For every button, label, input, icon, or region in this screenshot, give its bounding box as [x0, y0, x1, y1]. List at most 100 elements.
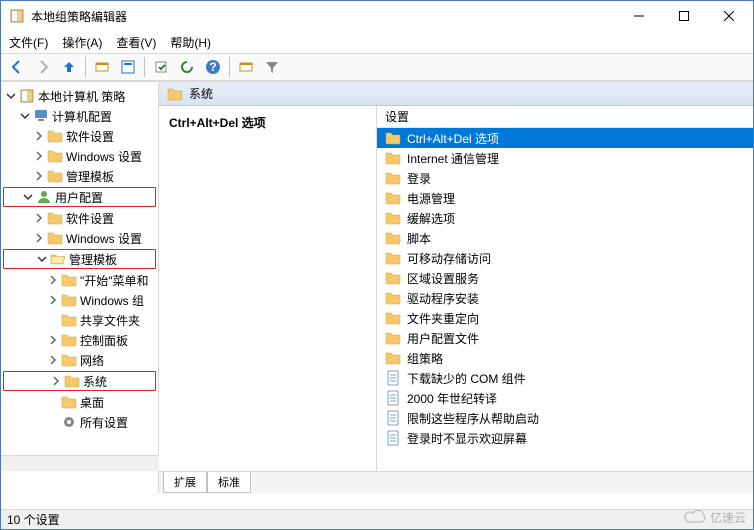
watermark-text: 亿速云	[710, 509, 746, 526]
list-item[interactable]: 文件夹重定向	[377, 308, 753, 328]
expander-icon[interactable]	[33, 232, 45, 244]
tree-item[interactable]: Windows 设置	[1, 146, 158, 166]
tree-label: Windows 组	[80, 292, 144, 309]
list-item[interactable]: 电源管理	[377, 188, 753, 208]
expander-icon[interactable]	[19, 110, 31, 122]
expander-icon[interactable]	[36, 253, 48, 265]
list-pane: 设置 Ctrl+Alt+Del 选项Internet 通信管理登录电源管理缓解选…	[377, 106, 753, 471]
expander-icon[interactable]	[47, 274, 59, 286]
expander-icon[interactable]	[33, 150, 45, 162]
tree-label: 网络	[80, 352, 104, 369]
expander-icon[interactable]	[47, 354, 59, 366]
expander-icon[interactable]	[33, 212, 45, 224]
back-button[interactable]	[5, 55, 29, 79]
expander-spacer	[47, 314, 59, 326]
toolbar	[1, 53, 753, 81]
expander-spacer	[47, 416, 59, 428]
toolbar-separator	[85, 57, 86, 77]
tree-item[interactable]: 共享文件夹	[1, 310, 158, 330]
close-button[interactable]	[706, 2, 751, 30]
tree-item[interactable]: 所有设置	[1, 412, 158, 432]
show-hide-tree-button[interactable]	[90, 55, 114, 79]
toolbar-separator	[229, 57, 230, 77]
list-item[interactable]: Ctrl+Alt+Del 选项	[377, 128, 753, 148]
tab-extended[interactable]: 扩展	[163, 472, 207, 493]
list-item-label: 文件夹重定向	[407, 310, 479, 327]
tree-label: 本地计算机 策略	[38, 88, 125, 105]
filter-button[interactable]	[260, 55, 284, 79]
column-header-setting[interactable]: 设置	[377, 106, 753, 128]
menu-help[interactable]: 帮助(H)	[170, 34, 211, 51]
menu-view[interactable]: 查看(V)	[116, 34, 156, 51]
list-item-label: 脚本	[407, 230, 431, 247]
tree-item[interactable]: 软件设置	[1, 208, 158, 228]
tree-item[interactable]: Windows 设置	[1, 228, 158, 248]
tree-label: 管理模板	[66, 168, 114, 185]
list-item-label: 电源管理	[407, 190, 455, 207]
list-item[interactable]: 区域设置服务	[377, 268, 753, 288]
up-button[interactable]	[57, 55, 81, 79]
folder-icon	[61, 394, 77, 410]
list-item[interactable]: 下载缺少的 COM 组件	[377, 368, 753, 388]
list-item[interactable]: 组策略	[377, 348, 753, 368]
list-item[interactable]: 用户配置文件	[377, 328, 753, 348]
minimize-button[interactable]	[616, 2, 661, 30]
tree-item[interactable]: 软件设置	[1, 126, 158, 146]
list-item[interactable]: 脚本	[377, 228, 753, 248]
tree-item[interactable]: 控制面板	[1, 330, 158, 350]
column-header-label: 设置	[385, 108, 409, 125]
tree-scrollbar-horizontal[interactable]	[1, 455, 159, 471]
content-header-title: 系统	[189, 85, 213, 102]
list-item[interactable]: 可移动存储访问	[377, 248, 753, 268]
tree-user-config[interactable]: 用户配置	[3, 187, 156, 207]
filter-options-button[interactable]	[234, 55, 258, 79]
tree-item[interactable]: "开始"菜单和	[1, 270, 158, 290]
tree-label: Windows 设置	[66, 230, 142, 247]
window-title: 本地组策略编辑器	[31, 8, 616, 25]
folder-icon	[47, 230, 63, 246]
list-item-label: 驱动程序安装	[407, 290, 479, 307]
tree-item[interactable]: 桌面	[1, 392, 158, 412]
tree-label: 用户配置	[55, 189, 103, 206]
tree-system[interactable]: 系统	[3, 371, 156, 391]
tree-item[interactable]: 管理模板	[1, 166, 158, 186]
expander-icon[interactable]	[47, 334, 59, 346]
list-item[interactable]: 登录时不显示欢迎屏幕	[377, 428, 753, 448]
expander-icon[interactable]	[47, 294, 59, 306]
tree-computer-config[interactable]: 计算机配置	[1, 106, 158, 126]
list-item[interactable]: 驱动程序安装	[377, 288, 753, 308]
tab-standard[interactable]: 标准	[207, 472, 251, 493]
folder-icon	[385, 330, 401, 346]
folder-icon	[385, 290, 401, 306]
tree-item[interactable]: 网络	[1, 350, 158, 370]
expander-icon[interactable]	[22, 191, 34, 203]
tree-root[interactable]: 本地计算机 策略	[1, 86, 158, 106]
content-header: 系统	[159, 82, 753, 106]
tree-admin-templates[interactable]: 管理模板	[3, 249, 156, 269]
folder-icon	[385, 230, 401, 246]
expander-icon[interactable]	[33, 170, 45, 182]
tree-item[interactable]: Windows 组	[1, 290, 158, 310]
folder-icon	[385, 130, 401, 146]
menu-action[interactable]: 操作(A)	[62, 34, 102, 51]
titlebar: 本地组策略编辑器	[1, 1, 753, 31]
items-list[interactable]: Ctrl+Alt+Del 选项Internet 通信管理登录电源管理缓解选项脚本…	[377, 128, 753, 471]
expander-icon[interactable]	[33, 130, 45, 142]
export-button[interactable]	[149, 55, 173, 79]
list-item[interactable]: 限制这些程序从帮助启动	[377, 408, 753, 428]
help-button[interactable]	[201, 55, 225, 79]
list-item[interactable]: 2000 年世纪转译	[377, 388, 753, 408]
expander-icon[interactable]	[5, 90, 17, 102]
list-item[interactable]: 缓解选项	[377, 208, 753, 228]
list-item[interactable]: Internet 通信管理	[377, 148, 753, 168]
expander-icon[interactable]	[50, 375, 62, 387]
folder-icon	[167, 86, 183, 102]
tree-panel[interactable]: 本地计算机 策略 计算机配置 软件设置 Windows 设置 管理模板 用户配置…	[1, 82, 159, 493]
tabs: 扩展 标准	[159, 471, 753, 493]
tree-label: 共享文件夹	[80, 312, 140, 329]
menu-file[interactable]: 文件(F)	[9, 34, 48, 51]
maximize-button[interactable]	[661, 2, 706, 30]
properties-button[interactable]	[116, 55, 140, 79]
refresh-button[interactable]	[175, 55, 199, 79]
list-item[interactable]: 登录	[377, 168, 753, 188]
